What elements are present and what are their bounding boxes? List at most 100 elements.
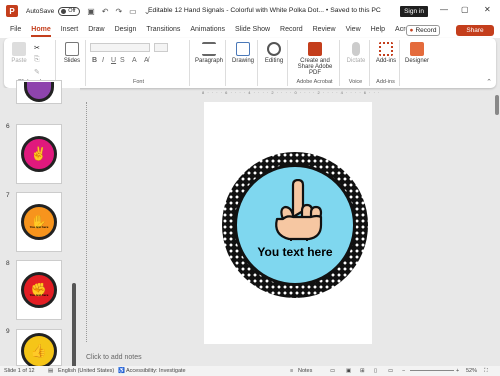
italic-icon[interactable]: I: [102, 57, 104, 64]
sign-in-button[interactable]: Sign in: [400, 6, 428, 17]
tab-transitions[interactable]: Transitions: [146, 22, 180, 38]
slide-editor: 8 · · · · 6 · · · · 4 · · · · 2 · · · · …: [82, 88, 492, 350]
thumbnail-coin: ✌: [21, 136, 57, 172]
tab-home[interactable]: Home: [31, 22, 52, 38]
bold-icon[interactable]: B: [92, 57, 97, 64]
title-bar: P AutoSave Off ▣ ↶ ↷ ▭ ⌄ Editable 12 Han…: [0, 0, 500, 22]
editor-vertical-scrollbar[interactable]: [494, 88, 500, 366]
normal-view-icon[interactable]: ▣: [346, 368, 351, 374]
share-label: Share: [466, 27, 484, 34]
font-name-box[interactable]: [90, 43, 150, 52]
microphone-icon: [352, 42, 360, 56]
maximize-icon[interactable]: ▢: [461, 5, 469, 14]
create-pdf-button[interactable]: Create and Share Adobe PDF: [292, 42, 338, 76]
shapes-icon: [236, 42, 250, 56]
pdf-icon: [308, 42, 322, 56]
paste-button[interactable]: Paste: [8, 42, 30, 64]
tab-animations[interactable]: Animations: [190, 22, 225, 38]
voice-label: Voice: [348, 79, 363, 85]
autosave-toggle[interactable]: Off: [58, 6, 81, 16]
tab-insert[interactable]: Insert: [61, 22, 79, 38]
addins-label: Add-ins: [376, 79, 395, 85]
record-button[interactable]: ● Record: [406, 25, 440, 36]
thumbs-up-icon: 👍: [30, 343, 48, 358]
format-painter-icon[interactable]: ✎: [34, 68, 40, 76]
adobe-acrobat-group: Create and Share Adobe PDF Adobe Acrobat: [290, 40, 340, 86]
font-size-box[interactable]: [154, 43, 168, 52]
tab-draw[interactable]: Draw: [88, 22, 104, 38]
redo-icon[interactable]: ↷: [115, 7, 122, 16]
slide-thumbnail-8[interactable]: ✊ You text here: [16, 260, 62, 320]
drawing-button[interactable]: Drawing: [230, 42, 256, 64]
slideshow-view-icon[interactable]: ▭: [388, 368, 393, 374]
underline-icon[interactable]: U: [111, 57, 116, 64]
accessibility-icon: ♿: [118, 368, 125, 374]
designer-icon: [410, 42, 424, 56]
slide-number-7: 7: [6, 192, 10, 199]
slides-label: Slides: [63, 58, 81, 64]
zoom-in-icon[interactable]: +: [456, 368, 459, 374]
undo-icon[interactable]: ↶: [102, 7, 109, 16]
slide-thumbnail-6[interactable]: ✌: [16, 124, 62, 184]
language-indicator[interactable]: English (United States): [58, 368, 114, 374]
editing-label: Editing: [264, 58, 284, 64]
editing-button[interactable]: Editing: [262, 42, 286, 64]
spellcheck-icon[interactable]: ▤: [48, 368, 53, 374]
zoom-out-icon[interactable]: −: [402, 368, 405, 374]
collapse-ribbon-icon[interactable]: ⌃: [486, 78, 492, 86]
tab-file[interactable]: File: [10, 22, 21, 38]
slide-sorter-icon[interactable]: ⊞: [360, 368, 365, 374]
share-button[interactable]: Share: [456, 25, 494, 36]
tab-review[interactable]: Review: [313, 22, 336, 38]
notes-pane[interactable]: Click to add notes: [82, 350, 492, 366]
minimize-icon[interactable]: —: [440, 5, 448, 14]
fit-slide-icon[interactable]: ⛶: [484, 368, 488, 375]
thumbnail-caption: You text here: [29, 225, 49, 229]
designer-button[interactable]: Designer: [404, 42, 430, 64]
autosave-label: AutoSave: [26, 7, 55, 15]
paste-label: Paste: [11, 58, 27, 64]
scroll-thumb[interactable]: [495, 95, 499, 115]
notes-icon: ≡: [290, 368, 294, 374]
designer-group: Designer: [402, 40, 432, 86]
drawing-label: Drawing: [231, 58, 254, 64]
paragraph-button[interactable]: Paragraph: [194, 42, 224, 64]
slides-button[interactable]: Slides: [62, 42, 82, 64]
slide-thumbnail-7[interactable]: ✋ You text here: [16, 192, 62, 252]
record-icon: ●: [409, 27, 414, 34]
current-slide[interactable]: You text here: [204, 102, 372, 344]
save-icon[interactable]: ▣: [87, 7, 95, 16]
accessibility-status[interactable]: Accessibility: Investigate: [126, 368, 186, 374]
slide-caption-text[interactable]: You text here: [237, 245, 353, 259]
addins-icon: [379, 42, 393, 56]
copy-icon[interactable]: ⎘: [34, 56, 40, 64]
thumbnail-coin: [24, 82, 54, 102]
close-icon[interactable]: ✕: [484, 5, 491, 14]
zoom-slider[interactable]: [410, 370, 454, 371]
addins-group: Add-ins Add-ins: [372, 40, 400, 86]
comments-icon[interactable]: ▭: [330, 368, 335, 374]
tab-design[interactable]: Design: [115, 22, 137, 38]
pointing-hand-icon: [275, 179, 323, 241]
tab-help[interactable]: Help: [371, 22, 385, 38]
thumbnail-scrollbar[interactable]: [72, 283, 76, 371]
strikethrough-icon[interactable]: S: [120, 57, 125, 64]
reading-view-icon[interactable]: ▯: [374, 368, 377, 374]
slide-number-8: 8: [6, 260, 10, 267]
slide-thumbnail-9[interactable]: 👍: [16, 329, 62, 369]
slide-thumbnail-5[interactable]: [16, 80, 62, 104]
clear-formatting-icon[interactable]: A̸: [144, 57, 149, 64]
cut-icon[interactable]: ✂: [34, 44, 40, 52]
addins-button-label: Add-ins: [375, 58, 397, 64]
slide-thumbnail-pane: 6 ✌ 7 ✋ You text here 8 ✊ You text here 9 …: [0, 80, 80, 371]
tab-slide-show[interactable]: Slide Show: [235, 22, 270, 38]
addins-button[interactable]: Add-ins: [374, 42, 398, 64]
start-slideshow-icon[interactable]: ▭: [129, 7, 137, 16]
font-color-icon[interactable]: A: [132, 57, 137, 64]
tab-record[interactable]: Record: [280, 22, 303, 38]
slides-group: Slides: [58, 40, 86, 86]
zoom-level[interactable]: 52%: [466, 368, 477, 374]
notes-toggle[interactable]: Notes: [298, 368, 312, 374]
tab-view[interactable]: View: [346, 22, 361, 38]
dictate-button[interactable]: Dictate: [344, 42, 368, 64]
